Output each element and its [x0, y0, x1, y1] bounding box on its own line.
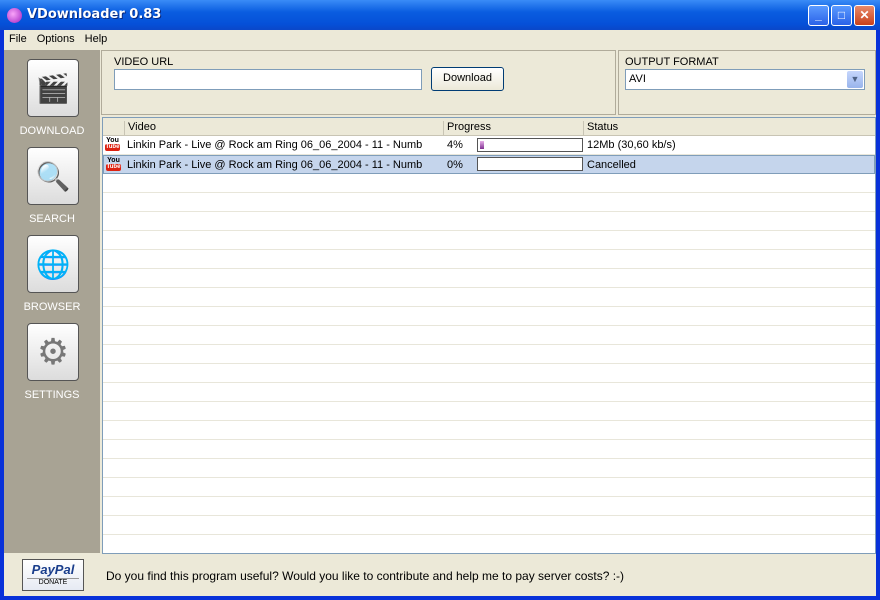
menu-help[interactable]: Help — [80, 30, 113, 48]
column-video[interactable]: Video — [124, 121, 156, 135]
progress-bar — [477, 157, 583, 171]
progress-text: 0% — [447, 159, 463, 171]
window-title: VDownloader 0.83 — [27, 7, 162, 22]
app-logo-icon — [7, 8, 22, 23]
output-format-value: AVI — [629, 73, 646, 85]
browser-nav-label[interactable]: BROWSER — [4, 301, 100, 313]
donate-message: Do you find this program useful? Would y… — [106, 569, 625, 583]
gear-icon: ⚙ — [36, 331, 70, 372]
sidebar: 🎬 DOWNLOAD 🔍 SEARCH 🌐 BROWSER ⚙ SETTINGS — [4, 50, 100, 553]
download-list[interactable]: Video Progress Status You Tube Linkin Par… — [102, 117, 876, 554]
column-status[interactable]: Status — [583, 121, 618, 135]
menu-file[interactable]: File — [4, 30, 32, 48]
youtube-icon: You Tube — [106, 157, 121, 171]
output-format-select[interactable]: AVI ▼ — [625, 69, 865, 90]
progress-fill — [480, 141, 484, 149]
url-panel: VIDEO URL Download — [101, 50, 616, 115]
clapboard-download-icon: 🎬 — [35, 72, 71, 104]
video-url-input[interactable] — [114, 69, 422, 90]
list-header: Video Progress Status — [103, 118, 875, 136]
download-nav-button[interactable]: 🎬 — [27, 59, 79, 117]
chevron-down-icon[interactable]: ▼ — [847, 71, 863, 88]
close-button[interactable]: ✕ — [854, 5, 875, 26]
youtube-icon: You Tube — [105, 137, 120, 151]
main-window: File Options Help 🎬 DOWNLOAD 🔍 SEARCH 🌐 … — [0, 30, 880, 600]
progress-text: 4% — [447, 139, 463, 151]
column-progress[interactable]: Progress — [443, 121, 491, 135]
donate-label: DONATE — [27, 578, 79, 586]
magnifier-icon: 🔍 — [35, 160, 71, 192]
settings-nav-label[interactable]: SETTINGS — [4, 389, 100, 401]
download-nav-label[interactable]: DOWNLOAD — [4, 125, 100, 137]
footer: PayPal DONATE Do you find this program u… — [4, 553, 876, 596]
paypal-donate-button[interactable]: PayPal DONATE — [22, 559, 84, 591]
browser-nav-button[interactable]: 🌐 — [27, 235, 79, 293]
video-title: Linkin Park - Live @ Rock am Ring 06_06_… — [127, 159, 423, 171]
globe-icon: 🌐 — [35, 248, 71, 280]
video-title: Linkin Park - Live @ Rock am Ring 06_06_… — [127, 139, 423, 151]
title-bar[interactable]: VDownloader 0.83 _ □ ✕ — [0, 0, 880, 30]
menu-bar: File Options Help — [4, 30, 876, 48]
table-row[interactable]: You Tube Linkin Park - Live @ Rock am Rin… — [103, 155, 875, 174]
video-url-label: VIDEO URL — [114, 56, 174, 68]
search-nav-label[interactable]: SEARCH — [4, 213, 100, 225]
output-format-label: OUTPUT FORMAT — [625, 56, 719, 68]
maximize-button[interactable]: □ — [831, 5, 852, 26]
status-text: Cancelled — [587, 159, 636, 171]
minimize-button[interactable]: _ — [808, 5, 829, 26]
output-format-panel: OUTPUT FORMAT AVI ▼ — [618, 50, 876, 115]
progress-bar — [477, 138, 583, 152]
search-nav-button[interactable]: 🔍 — [27, 147, 79, 205]
settings-nav-button[interactable]: ⚙ — [27, 323, 79, 381]
menu-options[interactable]: Options — [32, 30, 80, 48]
status-text: 12Mb (30,60 kb/s) — [587, 139, 676, 151]
download-button[interactable]: Download — [431, 67, 504, 91]
paypal-logo: PayPal — [31, 562, 75, 577]
table-row[interactable]: You Tube Linkin Park - Live @ Rock am Rin… — [103, 136, 875, 155]
